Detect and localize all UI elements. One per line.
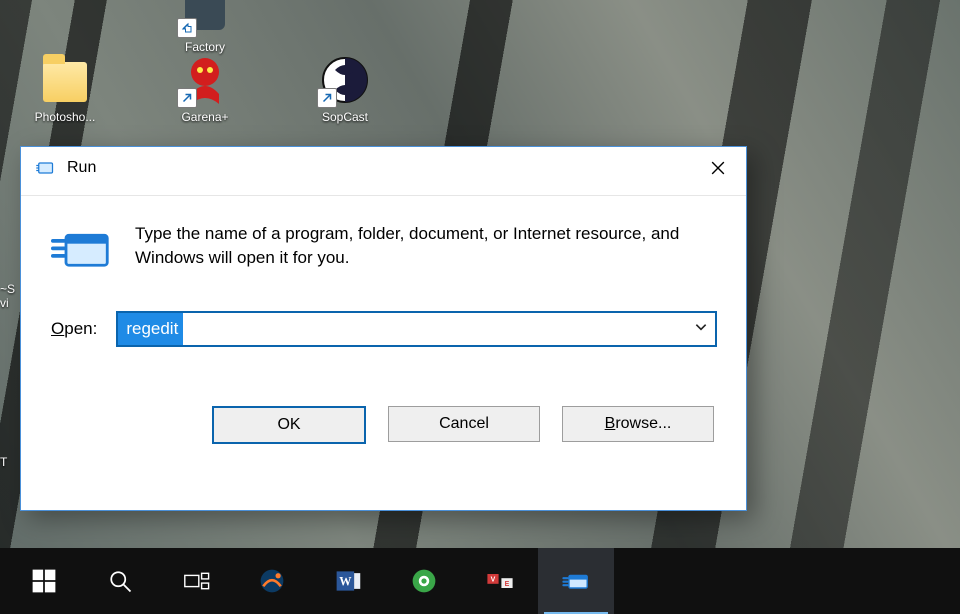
titlebar[interactable]: Run (21, 147, 746, 189)
search-button[interactable] (82, 548, 158, 614)
run-large-icon (51, 222, 111, 278)
taskbar-app-word[interactable]: W (310, 548, 386, 614)
garena-icon (177, 52, 233, 108)
ok-button[interactable]: OK (212, 406, 366, 444)
shortcut-arrow-icon (317, 88, 337, 108)
button-label: Browse... (605, 415, 672, 433)
svg-text:W: W (339, 574, 352, 588)
run-icon (35, 158, 55, 178)
desktop-icon-label: Photosho... (20, 110, 110, 124)
open-label: Open: (51, 319, 97, 339)
cancel-button[interactable]: Cancel (388, 406, 540, 442)
start-button[interactable] (6, 548, 82, 614)
taskbar-app-garena[interactable] (234, 548, 310, 614)
desktop-icon-photoshop[interactable]: Photosho... (20, 52, 110, 124)
shortcut-arrow-icon (177, 18, 197, 38)
taskbar-app-run[interactable] (538, 548, 614, 614)
generic-app-icon (177, 0, 233, 38)
open-input[interactable] (117, 312, 716, 346)
title-text: Run (67, 159, 96, 177)
svg-text:E: E (505, 581, 510, 588)
desktop-icon-label: Garena+ (160, 110, 250, 124)
taskbar-app-coccoc[interactable] (386, 548, 462, 614)
desktop-icon-factory[interactable]: Factory (160, 0, 250, 54)
desktop-icon-label: SopCast (300, 110, 390, 124)
browse-button[interactable]: Browse... (562, 406, 714, 442)
svg-text:V: V (491, 577, 496, 584)
desktop-icon-label: ~S vi (0, 282, 15, 311)
shortcut-arrow-icon (177, 88, 197, 108)
desktop-icon-sopcast[interactable]: SopCast (300, 52, 390, 124)
folder-icon (37, 52, 93, 108)
sopcast-icon (317, 52, 373, 108)
desktop-icon-label: T (0, 455, 7, 469)
button-label: OK (277, 416, 300, 434)
taskbar: W VE (0, 548, 960, 614)
taskbar-app-unikey[interactable]: VE (462, 548, 538, 614)
button-label: Cancel (439, 415, 489, 433)
task-view-button[interactable] (158, 548, 234, 614)
desktop-icon-garena[interactable]: Garena+ (160, 52, 250, 124)
close-button[interactable] (694, 147, 742, 189)
description-text: Type the name of a program, folder, docu… (135, 222, 716, 270)
run-dialog: Run Type the name of a program, folder, … (20, 146, 747, 511)
